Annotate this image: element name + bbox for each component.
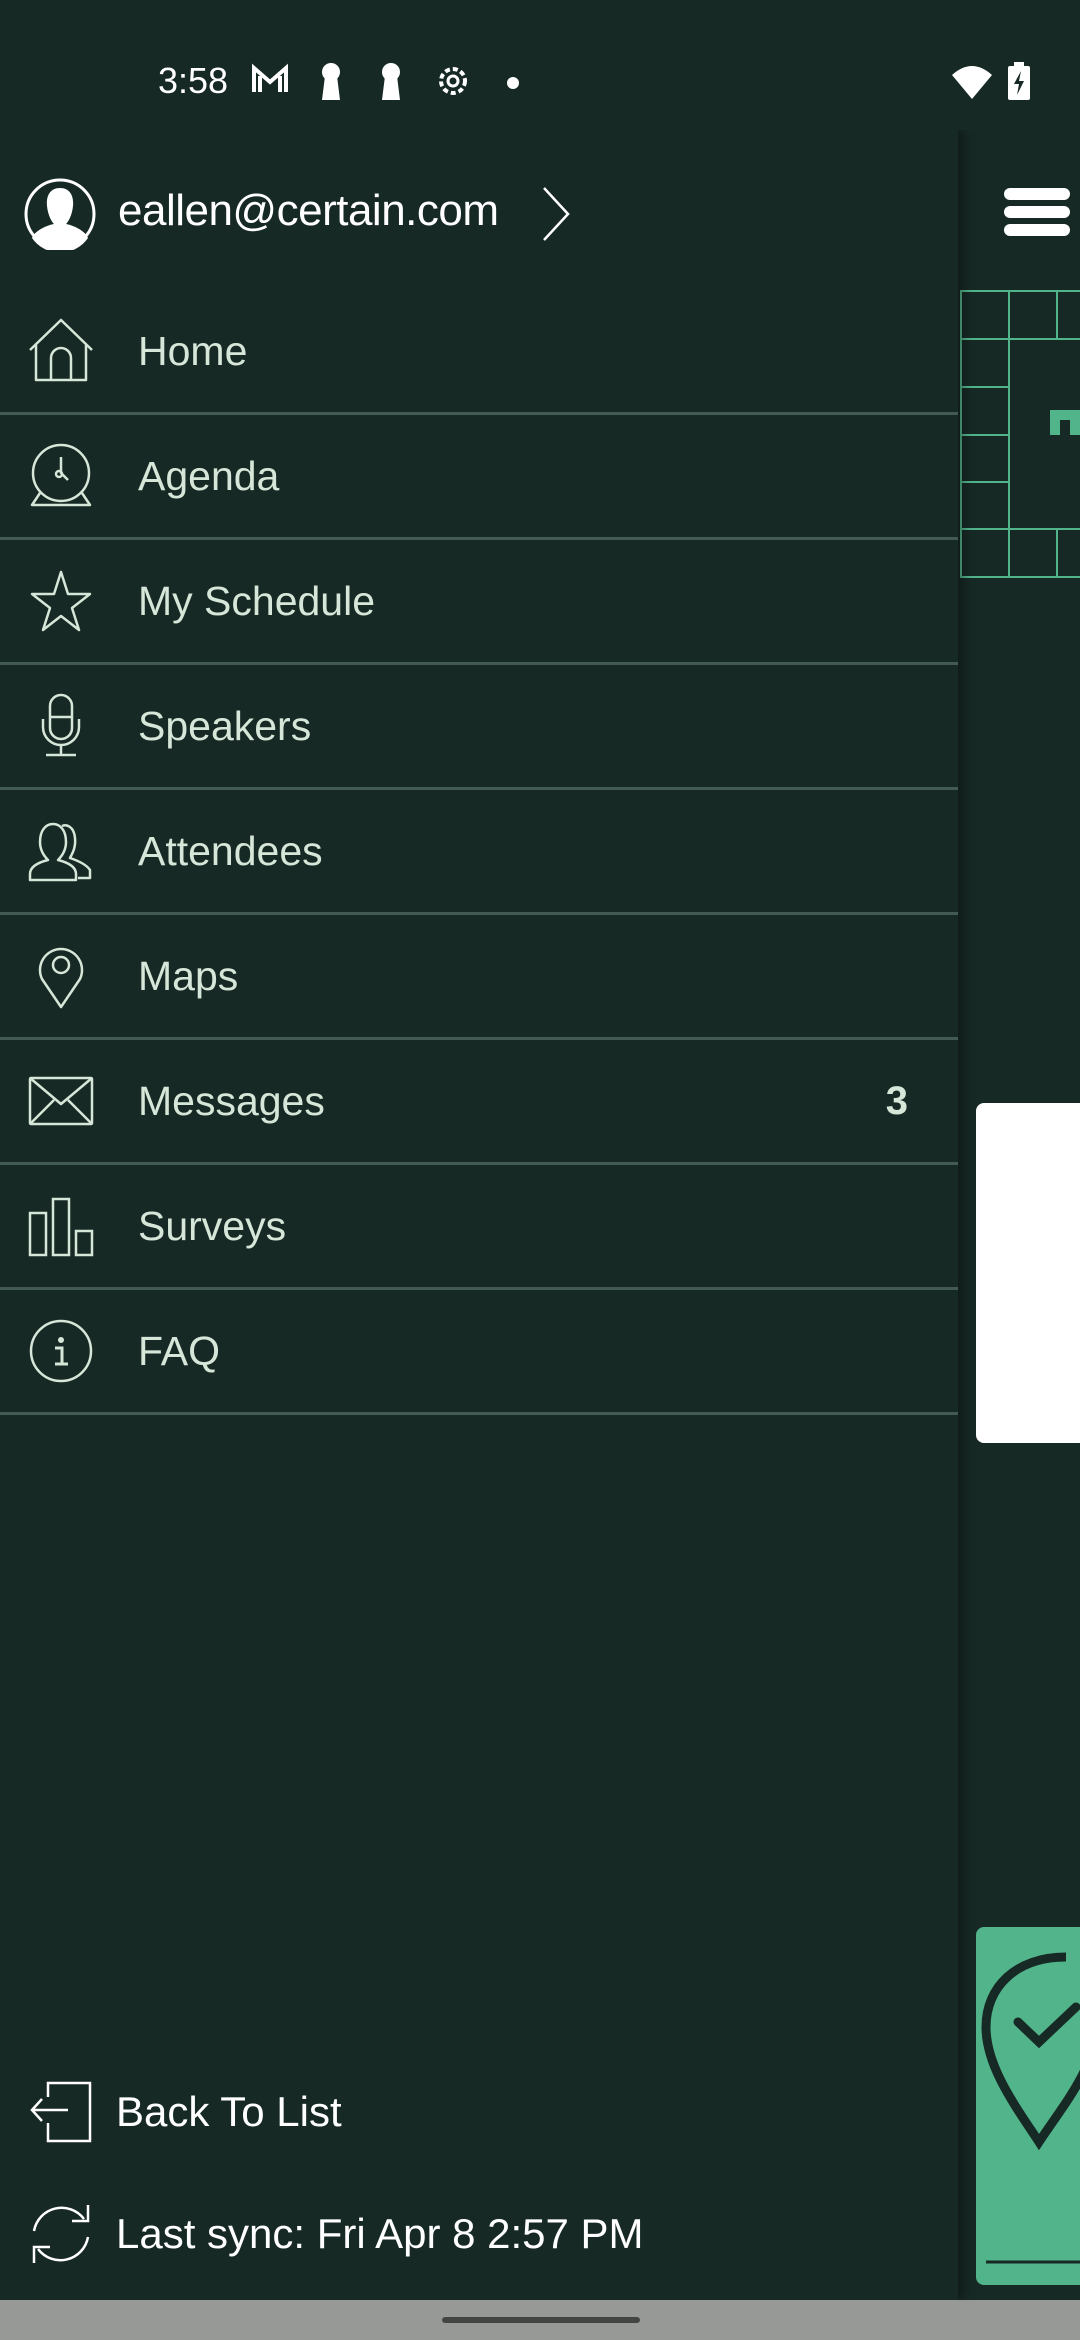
back-to-list-button[interactable]: Back To List — [0, 2062, 958, 2162]
map-pin-icon — [38, 947, 84, 1009]
nav-label: FAQ — [138, 1327, 221, 1374]
keyhole-icon — [322, 63, 340, 100]
clock-icon — [30, 443, 92, 507]
status-bar: 3:58 — [0, 0, 1080, 130]
user-avatar-icon — [24, 178, 96, 250]
nav-label: Maps — [138, 952, 239, 999]
nav-item-faq[interactable]: FAQ — [0, 1290, 958, 1415]
bar-chart-icon — [28, 1197, 94, 1257]
check-in-card[interactable] — [976, 1927, 1080, 2285]
battery-charging-icon — [1008, 62, 1030, 100]
map-pin-check-icon — [981, 1952, 1080, 2264]
navigation-drawer: eallen@certain.com Home Agenda My Schedu… — [0, 130, 958, 2300]
last-sync-label: Last sync: Fri Apr 8 2:57 PM — [116, 2210, 644, 2257]
nav-label: Attendees — [138, 827, 323, 874]
gmail-icon — [252, 63, 288, 92]
settings-icon — [439, 67, 467, 95]
nav-item-attendees[interactable]: Attendees — [0, 790, 958, 915]
nav-item-surveys[interactable]: Surveys — [0, 1165, 958, 1290]
back-to-list-label: Back To List — [116, 2088, 342, 2135]
nav-item-speakers[interactable]: Speakers — [0, 665, 958, 790]
content-card[interactable] — [976, 1103, 1080, 1443]
exit-arrow-icon — [30, 2081, 92, 2143]
hamburger-menu-button[interactable] — [1004, 188, 1070, 240]
wifi-icon — [952, 66, 992, 99]
home-gesture-handle[interactable] — [442, 2317, 640, 2323]
nav-label: Messages — [138, 1077, 325, 1124]
menu-line — [1004, 188, 1070, 200]
profile-email[interactable]: eallen@certain.com — [118, 186, 499, 236]
people-icon — [28, 822, 92, 882]
sync-icon — [32, 2205, 90, 2263]
nav-item-messages[interactable]: Messages 3 — [0, 1040, 958, 1165]
nav-item-home[interactable]: Home — [0, 290, 958, 415]
nav-label: Surveys — [138, 1202, 287, 1249]
status-time: 3:58 — [158, 60, 229, 101]
keyhole-icon — [382, 63, 400, 100]
menu-line — [1004, 224, 1070, 236]
home-icon — [29, 318, 93, 382]
unread-count-badge: 3 — [885, 1078, 908, 1123]
menu-line — [1004, 206, 1070, 218]
nav-label: My Schedule — [138, 577, 376, 624]
nav-label: Home — [138, 327, 248, 374]
chevron-right-icon[interactable] — [540, 186, 572, 242]
star-icon — [30, 570, 92, 632]
nav-item-agenda[interactable]: Agenda — [0, 415, 958, 540]
microphone-icon — [41, 693, 81, 757]
status-right-icons — [950, 62, 1030, 100]
nav-item-maps[interactable]: Maps — [0, 915, 958, 1040]
dot-icon — [507, 77, 519, 89]
nav-item-my-schedule[interactable]: My Schedule — [0, 540, 958, 665]
last-sync-row[interactable]: Last sync: Fri Apr 8 2:57 PM — [0, 2184, 958, 2284]
logo-glyph — [1050, 410, 1080, 435]
event-logo-grid — [960, 290, 1080, 578]
nav-label: Speakers — [138, 702, 312, 749]
info-icon — [29, 1319, 93, 1383]
envelope-icon — [28, 1076, 94, 1126]
nav-label: Agenda — [138, 452, 280, 499]
system-navigation-bar — [0, 2300, 1080, 2340]
nav-menu: Home Agenda My Schedule Speakers Attende… — [0, 290, 958, 1415]
